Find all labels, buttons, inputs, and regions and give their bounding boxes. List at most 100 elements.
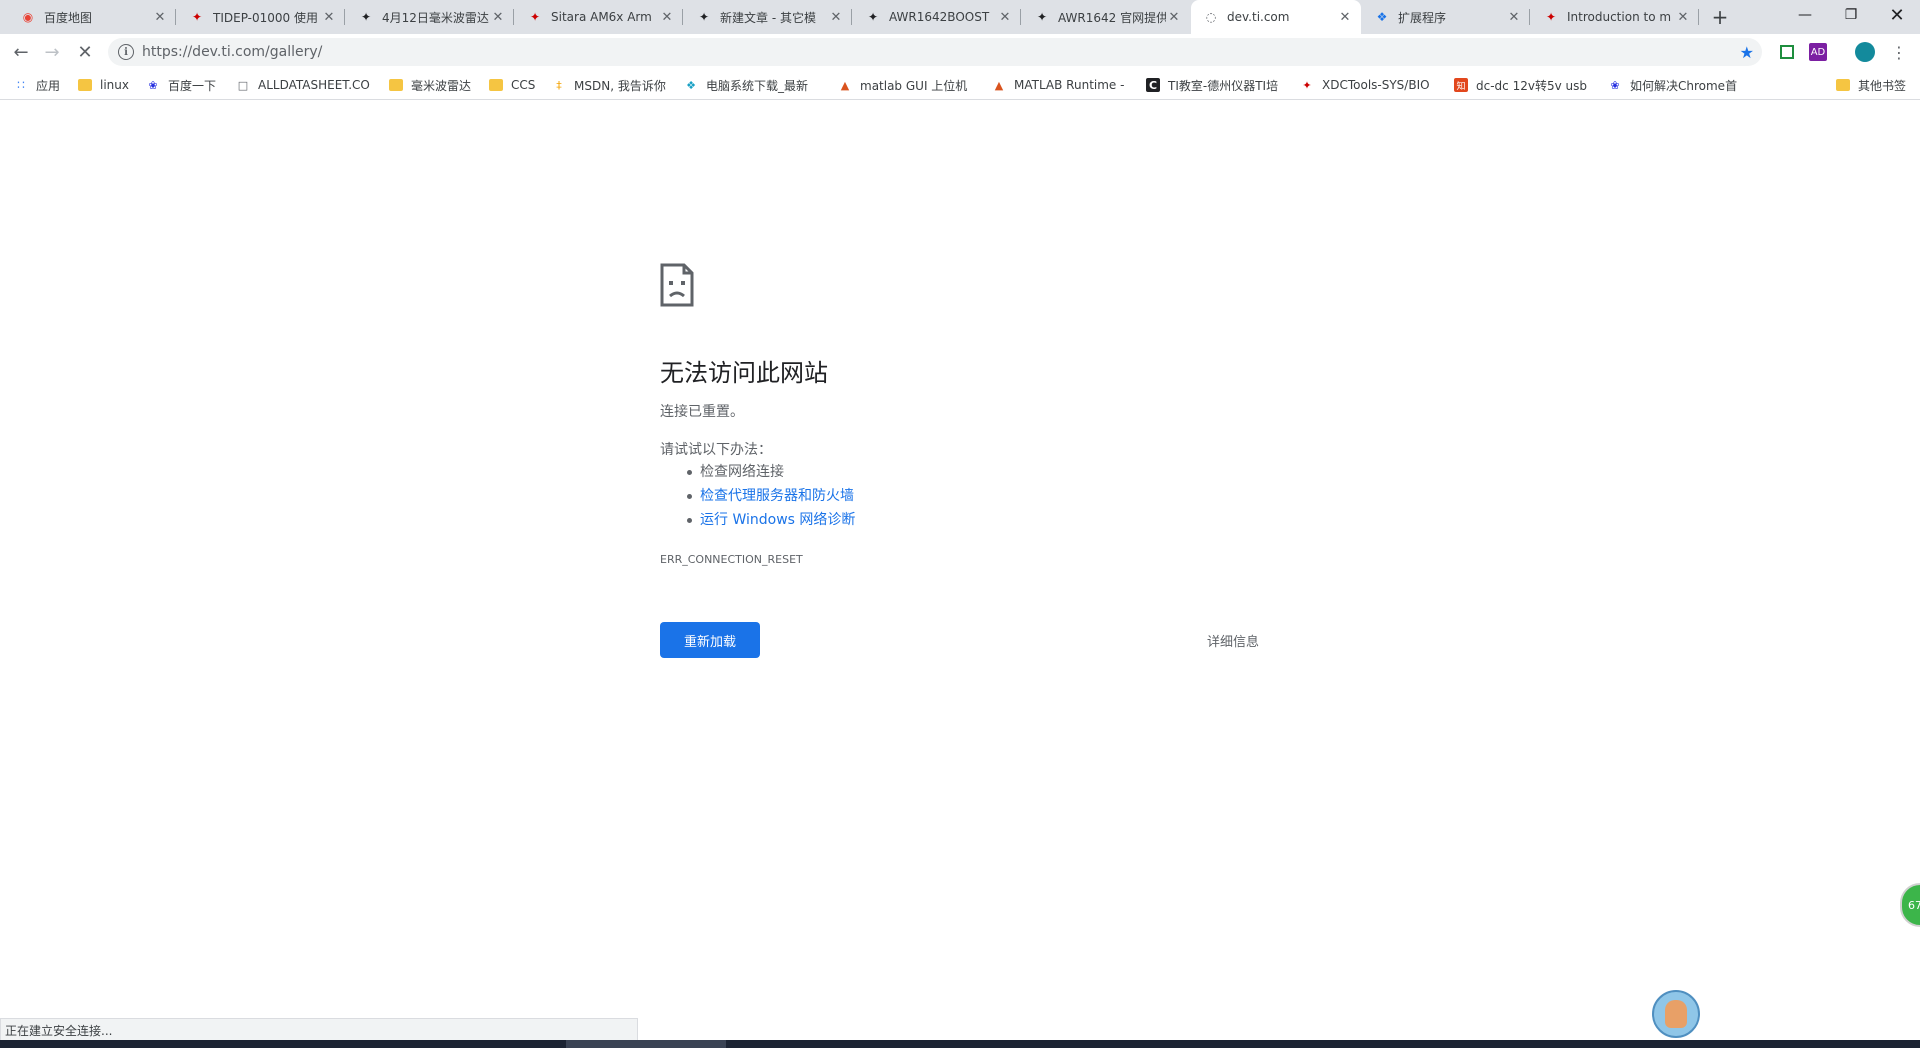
address-bar[interactable]: i https://dev.ti.com/gallery/ ★ [108,38,1762,66]
msdn-icon: ‡ [556,78,562,92]
tab-title: 4月12日毫米波雷达 [382,10,489,25]
ti-logo-icon: ✦ [1302,78,1312,92]
tab-separator [1529,9,1530,25]
baidu-paw-icon: ❀ [1610,78,1620,92]
tab-title: 新建文章 - 其它模 [720,10,816,25]
bookmark-label: MSDN, 我告诉你 [574,78,666,93]
error-page: 无法访问此网站 连接已重置。 请试试以下办法： 检查网络连接 检查代理服务器和防… [0,101,1920,1040]
tab-new-article[interactable]: ✦ 新建文章 - 其它模 ✕ [684,0,852,34]
forward-button[interactable]: → [40,40,64,64]
bookmark-apps[interactable]: ∷ 应用 [14,76,74,94]
bookmark-mmwave[interactable]: 毫米波雷达 [389,76,475,94]
suggestion-check-proxy-link[interactable]: 检查代理服务器和防火墙 [660,486,855,510]
character-icon [1665,1000,1687,1028]
tab-title: AWR1642BOOST [889,10,990,24]
close-icon[interactable]: ✕ [321,9,337,25]
tab-dev-ti-active[interactable]: ◌ dev.ti.com ✕ [1191,0,1361,34]
tab-title: Sitara AM6x Arm [551,10,652,24]
suggestion-network-diagnostics-link[interactable]: 运行 Windows 网络诊断 [660,510,855,534]
minimize-button[interactable]: — [1782,0,1828,30]
back-button[interactable]: ← [9,40,33,64]
bookmark-label: 应用 [36,78,61,93]
bookmark-label: TI教室-德州仪器TI培 [1168,78,1279,93]
profile-avatar[interactable] [1855,42,1875,62]
bookmark-label: 如何解决Chrome首 [1630,78,1738,93]
close-icon[interactable]: ✕ [490,9,506,25]
folder-icon [78,78,92,92]
tab-title: Introduction to m [1567,10,1672,24]
bookmark-label: linux [100,78,129,92]
close-icon[interactable]: ✕ [828,9,844,25]
tab-baidu-map[interactable]: ◉ 百度地图 ✕ [8,0,176,34]
bookmark-linux[interactable]: linux [78,76,138,94]
extension-green-icon[interactable] [1777,42,1797,62]
extension-ad-icon[interactable]: AD [1809,43,1827,61]
floating-widget-badge[interactable]: 67 [1900,883,1920,927]
floating-assistant-avatar[interactable] [1652,990,1700,1038]
tab-tidep[interactable]: ✦ TIDEP-01000 使用 ✕ [177,0,345,34]
apps-grid-icon: ∷ [17,78,25,92]
site-info-icon[interactable]: i [118,44,134,60]
tab-title: dev.ti.com [1227,10,1290,24]
close-icon[interactable]: ✕ [1166,9,1182,25]
bookmark-alldatasheet[interactable]: □ ALLDATASHEET.CO [236,76,370,94]
close-icon[interactable]: ✕ [997,9,1013,25]
taskbar-item[interactable] [566,1040,726,1048]
taskbar [0,1040,1920,1048]
map-pin-icon: ◉ [22,10,34,24]
bookmark-ti-classroom[interactable]: C TI教室-德州仪器TI培 [1146,76,1282,94]
close-icon[interactable]: ✕ [152,9,168,25]
tab-radar-article[interactable]: ✦ 4月12日毫米波雷达 ✕ [346,0,514,34]
tab-separator [682,9,683,25]
details-button[interactable]: 详细信息 [1200,622,1266,658]
bookmark-baidu[interactable]: ❀ 百度一下 [146,76,230,94]
folder-icon [389,78,403,92]
suggestion-list: 检查网络连接 检查代理服务器和防火墙 运行 Windows 网络诊断 [660,462,855,534]
tab-extensions[interactable]: ❖ 扩展程序 ✕ [1362,0,1530,34]
tab-title: 扩展程序 [1398,10,1447,25]
tab-strip: ◉ 百度地图 ✕ ✦ TIDEP-01000 使用 ✕ ✦ 4月12日毫米波雷达… [0,0,1920,34]
bookmark-label: 百度一下 [168,78,217,93]
bookmark-matlab-gui[interactable]: ▲ matlab GUI 上位机 [838,76,974,94]
bookmark-msdn[interactable]: ‡ MSDN, 我告诉你 [552,76,670,94]
bookmark-chrome-fix[interactable]: ❀ 如何解决Chrome首 [1608,76,1742,94]
close-icon[interactable]: ✕ [659,9,675,25]
ti-logo-icon: ✦ [360,10,372,24]
tab-title: AWR1642 官网提供 [1058,10,1166,25]
stop-loading-button[interactable]: ✕ [73,40,97,64]
folder-icon [489,78,503,92]
bookmark-xdctools[interactable]: ✦ XDCTools-SYS/BIO [1300,76,1434,94]
tab-separator [1020,9,1021,25]
close-icon[interactable]: ✕ [1506,9,1522,25]
bookmark-other[interactable]: 其他书签 [1836,76,1920,94]
toolbar: ← → ✕ i https://dev.ti.com/gallery/ ★ AD… [0,34,1920,70]
tab-introduction[interactable]: ✦ Introduction to m ✕ [1531,0,1699,34]
new-tab-button[interactable]: + [1708,5,1732,29]
folder-icon [1836,78,1850,92]
tab-separator [1698,9,1699,25]
ti-logo-icon: ✦ [191,10,203,24]
bookmark-ccs[interactable]: CCS [489,76,545,94]
status-bar: 正在建立安全连接... [0,1018,638,1040]
bookmark-matlab-runtime[interactable]: ▲ MATLAB Runtime - [992,76,1128,94]
browser-chrome: ◉ 百度地图 ✕ ✦ TIDEP-01000 使用 ✕ ✦ 4月12日毫米波雷达… [0,0,1920,101]
tab-awr1642boost[interactable]: ✦ AWR1642BOOST ✕ [853,0,1021,34]
bookmark-label: 毫米波雷达 [411,78,472,93]
restore-button[interactable]: ❐ [1828,0,1874,30]
tab-sitara[interactable]: ✦ Sitara AM6x Arm ✕ [515,0,683,34]
close-window-button[interactable]: ✕ [1874,0,1920,30]
bookmark-pc-system[interactable]: ❖ 电脑系统下载_最新 [684,76,818,94]
bookmark-label: 电脑系统下载_最新 [706,78,809,93]
close-icon[interactable]: ✕ [1675,9,1691,25]
bookmark-star-icon[interactable]: ★ [1740,43,1754,62]
tab-awr1642-official[interactable]: ✦ AWR1642 官网提供 ✕ [1022,0,1190,34]
page-title: 无法访问此网站 [660,359,828,387]
bookmark-dcdc[interactable]: 知 dc-dc 12v转5v usb [1454,76,1590,94]
puzzle-icon: ❖ [1376,10,1388,24]
ti-logo-icon: ✦ [1036,10,1048,24]
matlab-icon: ▲ [840,78,850,92]
bookmark-label: 其他书签 [1858,78,1907,93]
reload-button[interactable]: 重新加载 [660,622,760,658]
close-icon[interactable]: ✕ [1337,9,1353,25]
menu-kebab-icon[interactable]: ⋮ [1889,42,1909,62]
